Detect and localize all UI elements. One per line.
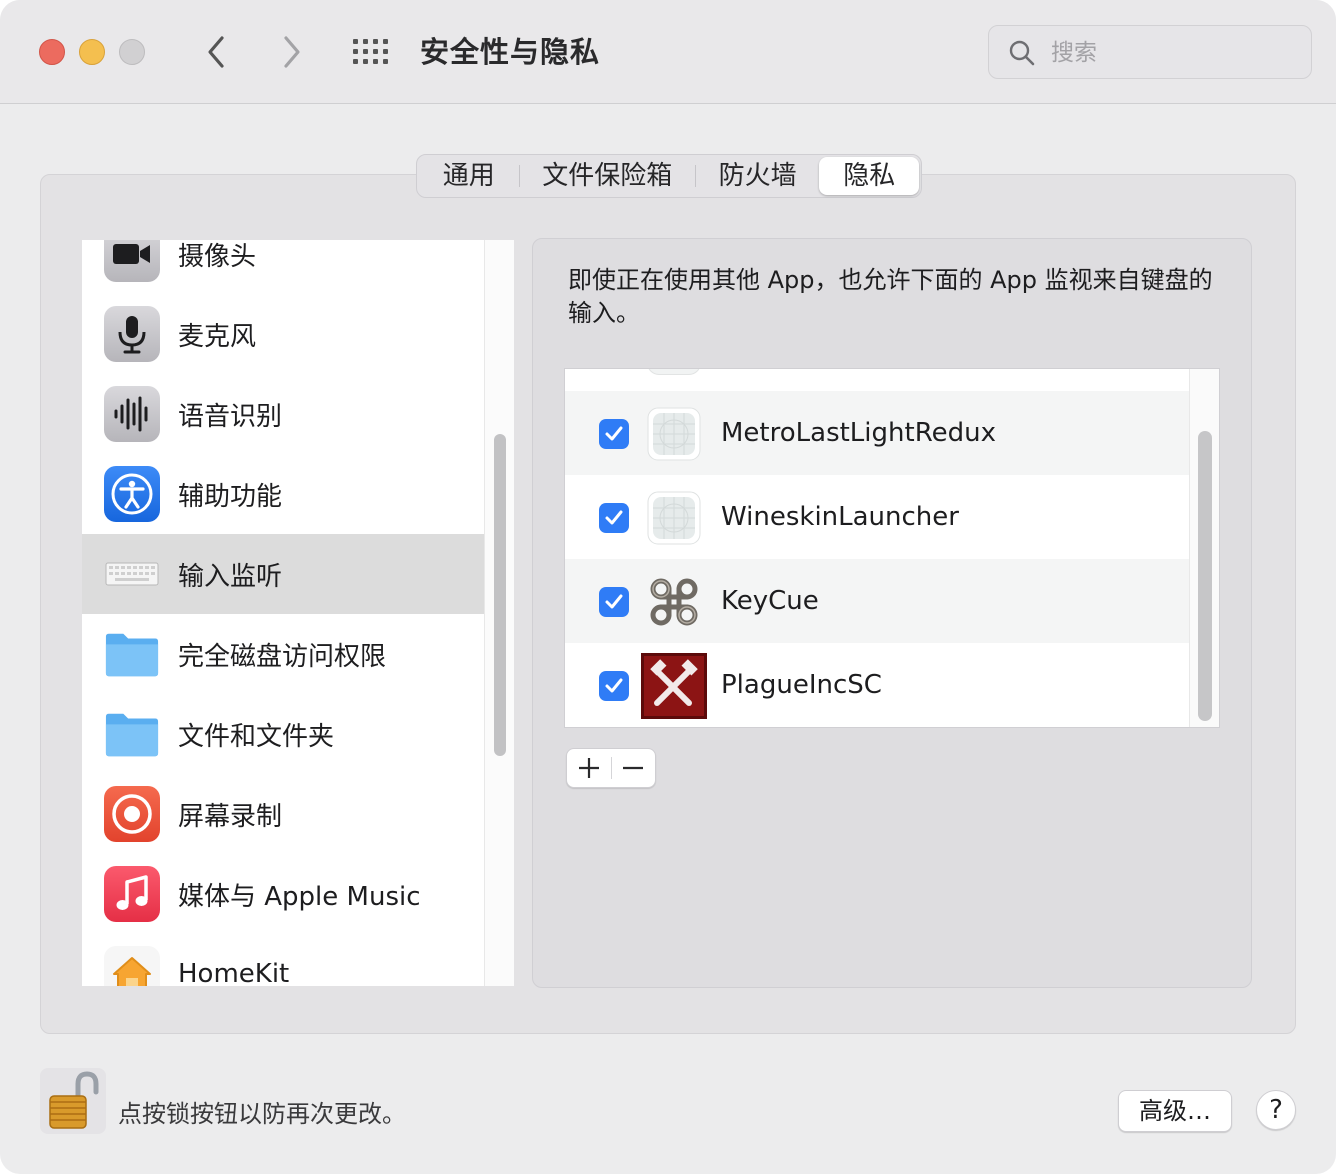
tab-general[interactable]: 通用: [419, 157, 519, 195]
forward-button[interactable]: [272, 30, 312, 74]
add-remove-control: [566, 748, 656, 788]
app-checkbox[interactable]: [599, 671, 629, 701]
title-bar: 安全性与隐私: [0, 0, 1336, 104]
unlocked-padlock-icon: [49, 1071, 99, 1129]
accessibility-icon: [104, 466, 160, 522]
sidebar-item-microphone[interactable]: 麦克风: [82, 294, 484, 374]
sidebar-item-label: 完全磁盘访问权限: [178, 641, 387, 672]
sidebar-item-label: 麦克风: [178, 321, 257, 352]
chevron-left-icon: [208, 36, 224, 68]
checkmark-icon: [605, 510, 623, 525]
list-item[interactable]: MetroLastLightRedux: [565, 391, 1189, 475]
plus-icon: [578, 758, 599, 778]
sidebar-item-label: 输入监听: [178, 561, 283, 592]
app-name: WineskinLauncher: [721, 502, 959, 532]
home-icon: [104, 946, 160, 986]
generic-app-icon: [647, 491, 701, 545]
microphone-icon: [104, 306, 160, 362]
system-preferences-window: 安全性与隐私 通用 文件保险箱 防火墙 隐私 摄像头: [0, 0, 1336, 1174]
app-name: KeyCue: [721, 586, 819, 616]
minus-icon: [623, 766, 644, 770]
sidebar-item-label: 文件和文件夹: [178, 721, 335, 752]
folder-icon: [104, 706, 160, 762]
sidebar-item-label: HomeKit: [178, 959, 290, 986]
folder-icon: [104, 626, 160, 682]
sidebar-item-label: 辅助功能: [178, 481, 283, 512]
search-input[interactable]: [1051, 36, 1291, 70]
tab-bar: 通用 文件保险箱 防火墙 隐私: [416, 154, 922, 198]
tab-firewall[interactable]: 防火墙: [696, 157, 820, 195]
sidebar-item-files-and-folders[interactable]: 文件和文件夹: [82, 694, 484, 774]
app-name: PlagueIncSC: [721, 670, 882, 700]
help-button[interactable]: ?: [1256, 1090, 1296, 1130]
tab-filevault[interactable]: 文件保险箱: [520, 157, 695, 195]
app-checkbox[interactable]: [599, 587, 629, 617]
generic-app-icon: [647, 407, 701, 461]
screen-record-icon: [104, 786, 160, 842]
search-field[interactable]: [988, 25, 1312, 79]
checkmark-icon: [605, 426, 623, 441]
sidebar-item-label: 媒体与 Apple Music: [178, 881, 421, 912]
sidebar-scrollbar[interactable]: [484, 240, 514, 986]
lock-button[interactable]: [40, 1068, 106, 1134]
tab-privacy[interactable]: 隐私: [819, 157, 920, 195]
keycue-command-icon: [647, 575, 701, 629]
minimize-button[interactable]: [79, 39, 105, 65]
sidebar-item-media-apple-music[interactable]: 媒体与 Apple Music: [82, 854, 484, 934]
camera-icon: [104, 240, 160, 282]
list-item[interactable]: KeyCue: [565, 559, 1189, 643]
app-list: MetroLastLightRedux WineskinLauncher Key…: [564, 368, 1220, 728]
sidebar-item-full-disk-access[interactable]: 完全磁盘访问权限: [82, 614, 484, 694]
sidebar-item-label: 摄像头: [178, 241, 257, 272]
advanced-button[interactable]: 高级…: [1118, 1090, 1232, 1132]
app-checkbox[interactable]: [599, 503, 629, 533]
zoom-button[interactable]: [119, 39, 145, 65]
sidebar-item-camera[interactable]: 摄像头: [82, 240, 484, 294]
sidebar-item-input-monitoring[interactable]: 输入监听: [82, 534, 484, 614]
sidebar-item-screen-recording[interactable]: 屏幕录制: [82, 774, 484, 854]
back-button[interactable]: [196, 30, 236, 74]
search-icon: [1009, 40, 1035, 66]
music-icon: [104, 866, 160, 922]
list-item[interactable]: PlagueIncSC: [565, 643, 1189, 727]
sidebar-item-homekit[interactable]: HomeKit: [82, 934, 484, 986]
show-all-grid-button[interactable]: [352, 38, 392, 66]
lock-hint-text: 点按锁按钮以防再次更改。: [118, 1100, 406, 1128]
generic-app-icon: [647, 369, 701, 375]
grid-icon: [353, 39, 388, 64]
app-list-scrollbar[interactable]: [1189, 369, 1219, 727]
privacy-category-list: 摄像头 麦克风 语音识别 辅助功能 输入监听 完全磁盘访问权限 文件和文件夹 屏…: [82, 240, 514, 986]
keyboard-icon: [104, 546, 160, 602]
add-app-button[interactable]: [567, 749, 611, 787]
close-button[interactable]: [39, 39, 65, 65]
chevron-right-icon: [284, 36, 300, 68]
window-title: 安全性与隐私: [420, 35, 601, 69]
app-checkbox[interactable]: [599, 419, 629, 449]
list-item: [565, 369, 1189, 389]
remove-app-button[interactable]: [611, 749, 655, 787]
checkmark-icon: [605, 678, 623, 693]
waveform-icon: [104, 386, 160, 442]
detail-description: 即使正在使用其他 App，也允许下面的 App 监视来自键盘的输入。: [568, 266, 1213, 327]
plague-inc-icon: [641, 653, 707, 719]
list-item[interactable]: WineskinLauncher: [565, 475, 1189, 559]
app-name: MetroLastLightRedux: [721, 418, 996, 448]
sidebar-item-speech-recognition[interactable]: 语音识别: [82, 374, 484, 454]
app-list-scroll-thumb[interactable]: [1198, 431, 1212, 721]
sidebar-item-label: 语音识别: [178, 401, 283, 432]
sidebar-item-label: 屏幕录制: [178, 801, 283, 832]
checkmark-icon: [605, 594, 623, 609]
sidebar-scroll-thumb[interactable]: [494, 434, 506, 756]
sidebar-item-accessibility[interactable]: 辅助功能: [82, 454, 484, 534]
